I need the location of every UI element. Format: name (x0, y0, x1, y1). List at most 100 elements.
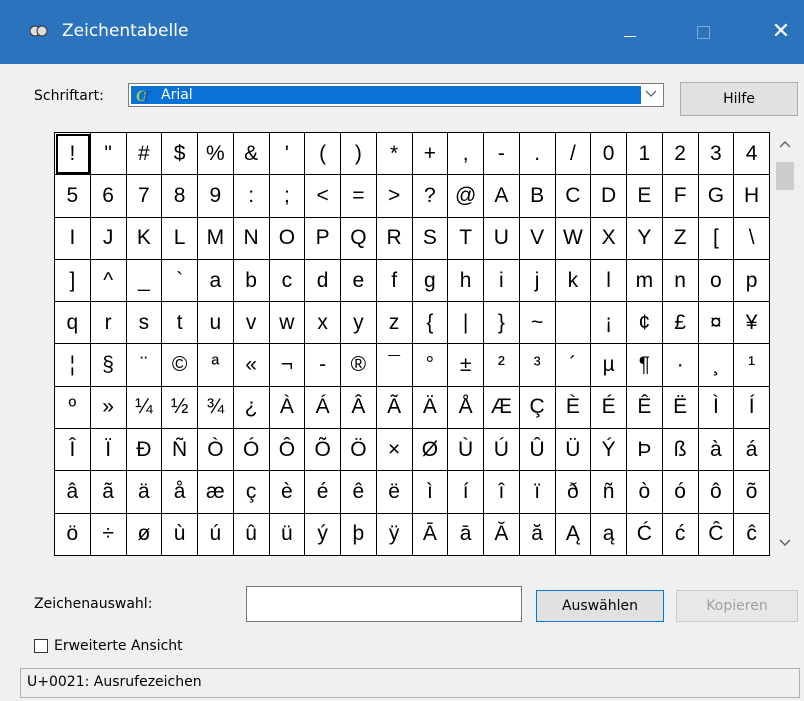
character-cell[interactable]: Z (662, 217, 699, 260)
character-cell[interactable]: k (555, 259, 592, 303)
character-cell[interactable]: ¾ (198, 386, 234, 430)
character-cell[interactable] (555, 302, 592, 345)
character-cell[interactable]: ó (662, 471, 699, 514)
character-cell[interactable]: ā (448, 513, 484, 556)
character-cell[interactable]: x (305, 302, 341, 345)
character-cell[interactable]: { (412, 302, 449, 345)
character-cell[interactable]: ` (162, 259, 198, 303)
scrollbar-thumb[interactable] (776, 162, 794, 190)
font-dropdown[interactable]: O T Arial (128, 83, 664, 107)
character-cell[interactable]: È (555, 386, 592, 430)
character-cell[interactable]: f (376, 259, 413, 303)
character-cell[interactable]: W (555, 217, 592, 260)
character-cell[interactable]: ¬ (269, 344, 306, 387)
character-cell[interactable]: * (376, 133, 413, 176)
character-cell[interactable]: Ā (412, 513, 449, 556)
character-cell[interactable]: \ (734, 217, 770, 260)
character-cell[interactable]: Æ (484, 386, 520, 430)
character-cell[interactable]: ( (305, 133, 341, 176)
character-cell[interactable]: O (269, 217, 306, 260)
scroll-down-icon[interactable] (772, 529, 798, 555)
character-cell[interactable]: ¹ (734, 344, 770, 387)
character-cell[interactable]: Ă (484, 513, 520, 556)
character-cell[interactable]: ª (198, 344, 234, 387)
character-cell[interactable]: ø (126, 513, 163, 556)
character-cell[interactable]: ÷ (90, 513, 127, 556)
character-cell[interactable]: ü (269, 513, 306, 556)
character-cell[interactable]: ¡ (591, 302, 627, 345)
character-cell[interactable]: Ý (591, 429, 627, 472)
character-cell[interactable]: c (269, 259, 306, 303)
character-cell[interactable]: b (233, 259, 270, 303)
character-cell[interactable]: o (698, 259, 735, 303)
character-cell[interactable]: 3 (698, 133, 735, 176)
character-cell[interactable]: a (198, 259, 234, 303)
character-cell[interactable]: ® (341, 344, 377, 387)
character-cell[interactable]: ¶ (627, 344, 663, 387)
character-cell[interactable]: _ (126, 259, 163, 303)
maximize-button[interactable] (680, 0, 726, 64)
character-cell[interactable]: ì (412, 471, 449, 514)
character-cell[interactable]: â (55, 471, 91, 514)
character-cell[interactable]: 1 (627, 133, 663, 176)
character-cell[interactable]: ã (90, 471, 127, 514)
character-cell[interactable]: P (305, 217, 341, 260)
character-cell[interactable]: 2 (662, 133, 699, 176)
character-cell[interactable]: R (376, 217, 413, 260)
character-cell[interactable]: } (484, 302, 520, 345)
character-cell[interactable]: ¿ (233, 386, 270, 430)
grid-scrollbar[interactable] (772, 132, 798, 555)
character-cell[interactable]: · (662, 344, 699, 387)
character-cell[interactable]: è (269, 471, 306, 514)
character-cell[interactable]: ³ (519, 344, 556, 387)
character-cell[interactable]: Â (341, 386, 377, 430)
character-cell[interactable]: - (305, 344, 341, 387)
close-button[interactable]: ✕ (758, 0, 804, 64)
character-cell[interactable]: å (162, 471, 198, 514)
character-cell[interactable]: É (591, 386, 627, 430)
character-cell[interactable]: & (233, 133, 270, 176)
character-cell[interactable]: Ø (412, 429, 449, 472)
character-cell[interactable]: º (55, 386, 91, 430)
character-cell[interactable]: ă (519, 513, 556, 556)
character-cell[interactable]: § (90, 344, 127, 387)
character-cell[interactable]: p (734, 259, 770, 303)
character-cell[interactable]: « (233, 344, 270, 387)
character-cell[interactable]: ï (519, 471, 556, 514)
character-cell[interactable]: H (734, 175, 770, 218)
character-cell[interactable]: : (233, 175, 270, 218)
character-cell[interactable]: Ä (412, 386, 449, 430)
character-cell[interactable]: u (198, 302, 234, 345)
character-cell[interactable]: Ñ (162, 429, 198, 472)
character-cell[interactable]: Á (305, 386, 341, 430)
select-button[interactable]: Auswählen (536, 590, 664, 622)
character-cell[interactable]: Ć (627, 513, 663, 556)
character-cell[interactable]: 4 (734, 133, 770, 176)
character-cell[interactable]: ¢ (627, 302, 663, 345)
character-cell[interactable]: 5 (55, 175, 91, 218)
selection-input[interactable] (246, 586, 522, 622)
character-cell[interactable]: Ô (269, 429, 306, 472)
character-cell[interactable]: Ĉ (698, 513, 735, 556)
character-cell[interactable]: ĉ (734, 513, 770, 556)
character-cell[interactable]: i (484, 259, 520, 303)
character-cell[interactable]: + (412, 133, 449, 176)
character-cell[interactable]: = (341, 175, 377, 218)
character-cell[interactable]: ' (269, 133, 306, 176)
character-cell[interactable]: E (627, 175, 663, 218)
character-cell[interactable]: Î (55, 429, 91, 472)
character-cell[interactable]: C (555, 175, 592, 218)
character-cell[interactable]: l (591, 259, 627, 303)
character-cell[interactable]: 8 (162, 175, 198, 218)
character-cell[interactable]: ! (55, 133, 91, 176)
character-cell[interactable]: J (90, 217, 127, 260)
character-cell[interactable]: ú (198, 513, 234, 556)
character-cell[interactable]: / (555, 133, 592, 176)
character-cell[interactable]: ¤ (698, 302, 735, 345)
character-cell[interactable]: à (698, 429, 735, 472)
character-cell[interactable]: ô (698, 471, 735, 514)
character-cell[interactable]: g (412, 259, 449, 303)
character-cell[interactable]: , (448, 133, 484, 176)
character-cell[interactable]: M (198, 217, 234, 260)
character-cell[interactable]: á (734, 429, 770, 472)
